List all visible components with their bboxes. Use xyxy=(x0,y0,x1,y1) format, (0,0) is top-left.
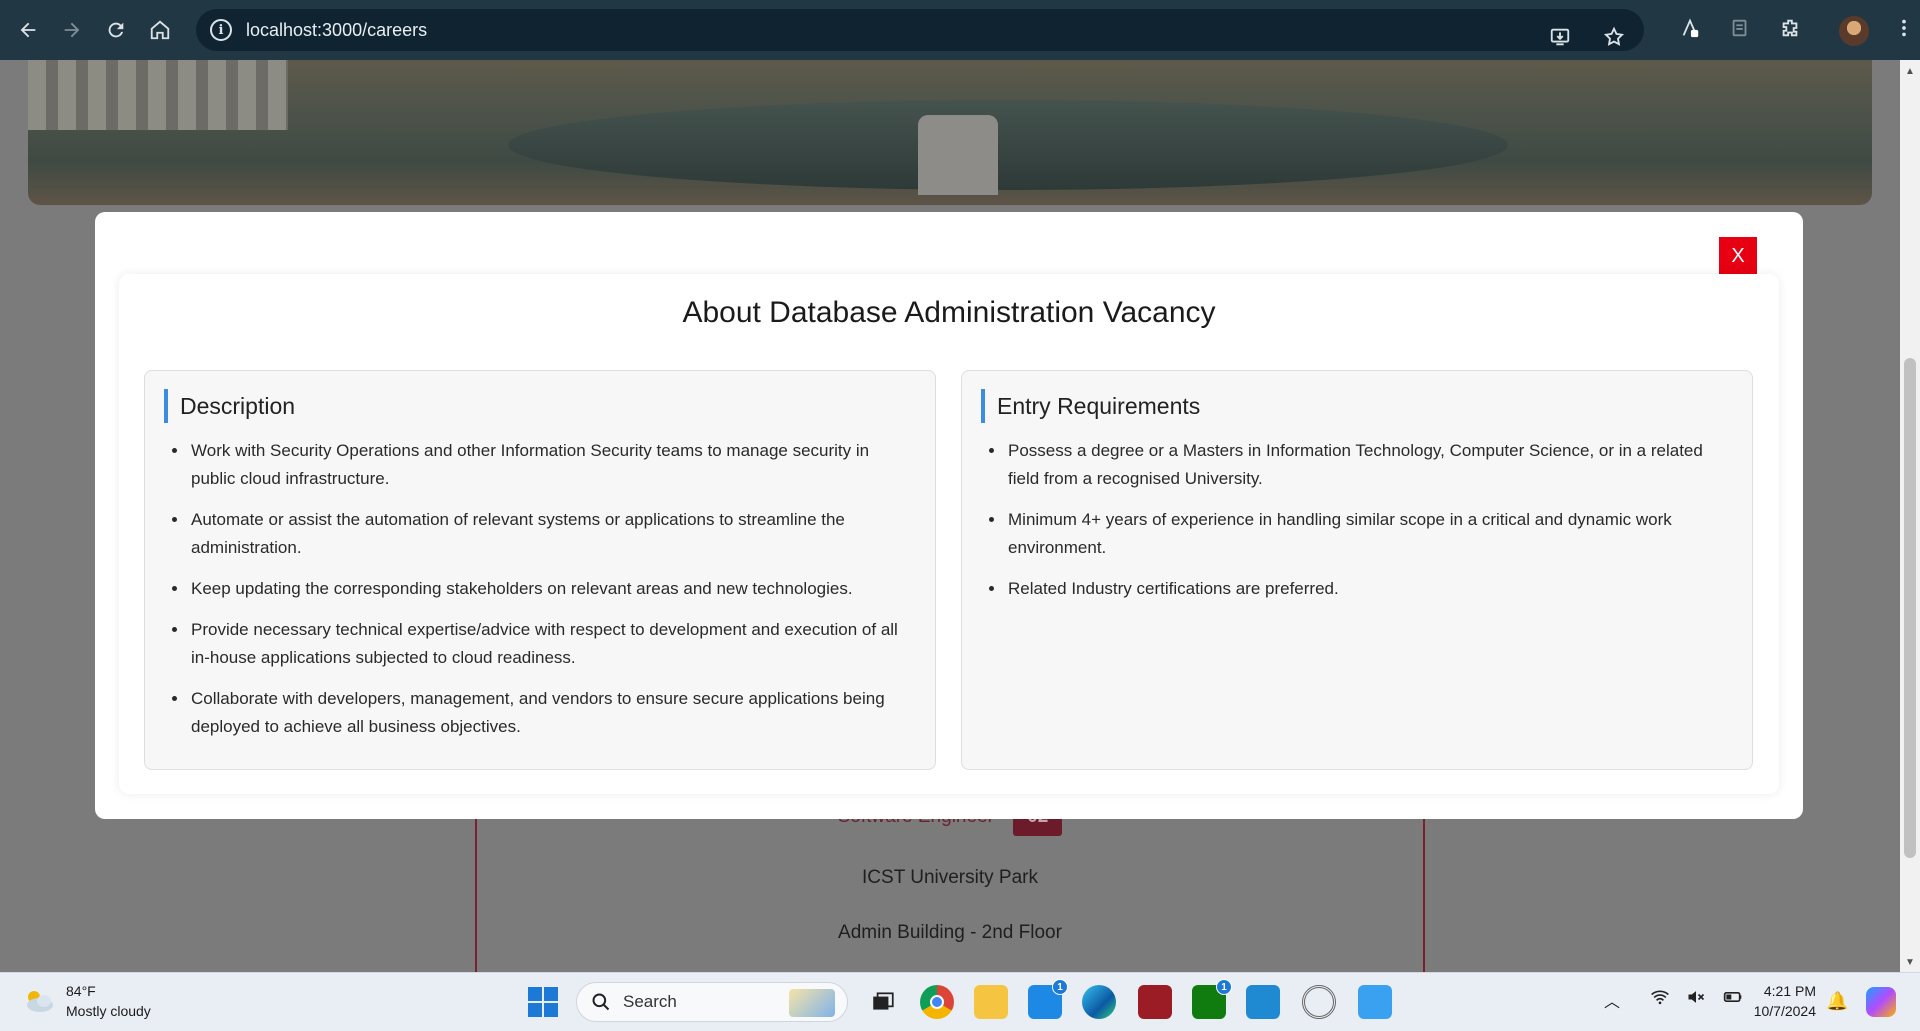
scroll-up-icon[interactable]: ▲ xyxy=(1905,66,1915,77)
volume-muted-icon[interactable] xyxy=(1686,987,1706,1012)
cloudy-weather-icon xyxy=(27,991,53,1012)
arrow-right-icon xyxy=(64,22,80,38)
requirement-item: Related Industry certifications are pref… xyxy=(1006,575,1722,603)
extensions-puzzle-icon[interactable] xyxy=(1770,8,1810,48)
description-heading: Description xyxy=(164,389,295,423)
terminal-app-icon[interactable] xyxy=(1138,985,1172,1019)
campus-pond xyxy=(508,100,1508,190)
notepad-app-icon[interactable] xyxy=(1358,985,1392,1019)
file-explorer-icon[interactable] xyxy=(974,985,1008,1019)
description-item: Keep updating the corresponding stakehol… xyxy=(189,575,905,603)
chevron-up-icon[interactable]: ︿ xyxy=(1604,988,1620,1012)
requirements-panel: Entry Requirements Possess a degree or a… xyxy=(961,370,1753,770)
taskbar-search[interactable]: Search xyxy=(576,982,848,1022)
taskbar-clock[interactable]: 4:21 PM 10/7/2024 xyxy=(1740,981,1816,1021)
xbox-badge: 1 xyxy=(1216,979,1232,995)
weather-temp: 84°F xyxy=(66,983,96,999)
vacancy-modal: X About Database Administration Vacancy … xyxy=(95,212,1803,819)
bookmark-star-icon[interactable] xyxy=(1594,17,1634,57)
forward-button[interactable] xyxy=(50,8,94,52)
search-label: Search xyxy=(623,992,677,1011)
location-line-2: Admin Building - 2nd Floor xyxy=(838,922,1062,943)
campus-banner-image xyxy=(28,60,1872,205)
notification-bell-icon[interactable]: 🔔 xyxy=(1826,991,1848,1012)
xbox-app-icon[interactable]: 1 xyxy=(1192,979,1232,1019)
wifi-icon[interactable] xyxy=(1650,987,1670,1012)
scroll-down-icon[interactable]: ▼ xyxy=(1905,957,1915,968)
browser-toolbar: i localhost:3000/careers xyxy=(0,0,1920,60)
close-button[interactable]: X xyxy=(1719,237,1757,275)
url-text: localhost:3000/careers xyxy=(246,19,428,40)
back-button[interactable] xyxy=(6,8,50,52)
windows-taskbar: 84°F Mostly cloudy Search 1 1 ︿ 4:21 PM … xyxy=(0,972,1920,1031)
extension-icon[interactable] xyxy=(1670,8,1710,48)
weather-widget[interactable]: 84°F Mostly cloudy xyxy=(22,981,151,1021)
requirements-heading: Entry Requirements xyxy=(981,389,1200,423)
edge-browser-icon[interactable] xyxy=(1082,985,1116,1019)
reload-icon xyxy=(108,22,124,38)
system-tray: ︿ xyxy=(1604,987,1744,1012)
requirement-item: Possess a degree or a Masters in Informa… xyxy=(1006,437,1722,493)
description-item: Provide necessary technical expertise/ad… xyxy=(189,616,905,672)
campus-building xyxy=(28,60,288,130)
clock-date: 10/7/2024 xyxy=(1753,1003,1816,1019)
home-button[interactable] xyxy=(138,8,182,52)
description-item: Work with Security Operations and other … xyxy=(189,437,905,493)
site-info-icon[interactable]: i xyxy=(210,19,232,41)
requirements-list: Possess a degree or a Masters in Informa… xyxy=(1006,437,1722,616)
description-item: Collaborate with developers, management,… xyxy=(189,685,905,741)
description-item: Automate or assist the automation of rel… xyxy=(189,506,905,562)
vscode-app-icon[interactable] xyxy=(1246,985,1280,1019)
clock-time: 4:21 PM xyxy=(1763,983,1816,999)
reload-button[interactable] xyxy=(94,8,138,52)
page-scrollbar[interactable]: ▲ ▼ xyxy=(1900,60,1920,972)
search-icon xyxy=(592,993,610,1011)
mail-app-icon[interactable]: 1 xyxy=(1028,979,1068,1019)
description-list: Work with Security Operations and other … xyxy=(189,437,905,754)
weather-desc: Mostly cloudy xyxy=(66,1003,151,1019)
reading-list-icon[interactable] xyxy=(1720,8,1760,48)
start-button[interactable] xyxy=(528,987,558,1017)
mail-badge: 1 xyxy=(1052,979,1068,995)
windows-logo-icon xyxy=(528,987,542,1001)
profile-avatar[interactable] xyxy=(1834,8,1874,48)
install-app-icon[interactable] xyxy=(1540,17,1580,57)
copilot-icon[interactable] xyxy=(1866,987,1896,1017)
requirement-item: Minimum 4+ years of experience in handli… xyxy=(1006,506,1722,562)
more-menu-icon[interactable] xyxy=(1884,8,1920,48)
modal-title: About Database Administration Vacancy xyxy=(682,296,1216,329)
home-icon xyxy=(150,20,170,40)
wireless-app-icon[interactable] xyxy=(1302,985,1336,1019)
location-line-1: ICST University Park xyxy=(862,867,1038,888)
campus-arch xyxy=(918,115,998,195)
chrome-app-icon[interactable] xyxy=(920,985,954,1019)
search-highlight-icon xyxy=(789,989,835,1017)
scroll-thumb[interactable] xyxy=(1904,358,1916,858)
modal-content: About Database Administration Vacancy De… xyxy=(119,274,1779,794)
address-bar[interactable]: i localhost:3000/careers xyxy=(196,9,1644,51)
task-view-icon[interactable] xyxy=(866,985,900,1019)
description-panel: Description Work with Security Operation… xyxy=(144,370,936,770)
arrow-left-icon xyxy=(20,22,36,38)
